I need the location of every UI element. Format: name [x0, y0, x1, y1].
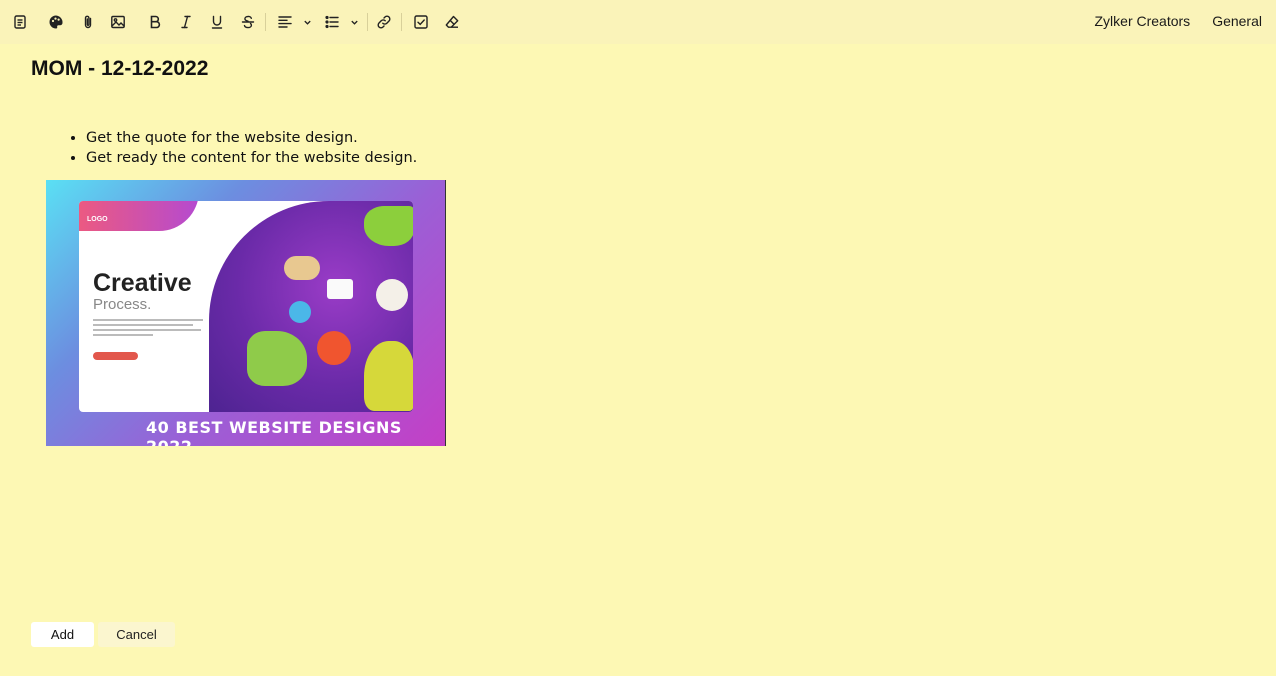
note-icon[interactable] — [8, 10, 32, 34]
bold-icon[interactable] — [143, 10, 167, 34]
image-palette-icon — [376, 279, 408, 311]
breadcrumb-workspace[interactable]: Zylker Creators — [1095, 13, 1191, 29]
toolbar-separator — [401, 13, 402, 31]
image-planet-icon — [289, 301, 311, 323]
list-icon[interactable] — [320, 10, 344, 34]
embedded-image[interactable]: LOGO Creative Process. 40 BEST WEBSITE D… — [46, 180, 446, 446]
link-icon[interactable] — [372, 10, 396, 34]
image-headline: Creative — [93, 269, 192, 297]
note-title[interactable]: MOM - 12-12-2022 — [31, 57, 208, 81]
editor-toolbar: Zylker Creators General — [0, 0, 1276, 44]
note-bullet-list[interactable]: Get the quote for the website design. Ge… — [86, 128, 417, 168]
image-body-text-lines — [93, 319, 203, 339]
image-cta-button — [93, 352, 138, 360]
breadcrumb-board[interactable]: General — [1212, 13, 1262, 29]
text-cursor — [445, 180, 446, 446]
image-plant-icon — [364, 206, 413, 246]
paperclip-icon[interactable] — [76, 10, 100, 34]
underline-icon[interactable] — [205, 10, 229, 34]
add-button[interactable]: Add — [31, 622, 94, 647]
list-item[interactable]: Get ready the content for the website de… — [86, 148, 417, 168]
align-dropdown-chevron-icon[interactable] — [300, 13, 314, 31]
image-website-mockup: LOGO Creative Process. — [79, 201, 413, 412]
eraser-icon[interactable] — [440, 10, 464, 34]
toolbar-separator — [367, 13, 368, 31]
breadcrumb: Zylker Creators General — [1095, 13, 1263, 29]
image-icon[interactable] — [106, 10, 130, 34]
image-subheadline: Process. — [93, 296, 152, 313]
image-banner-text: 40 BEST WEBSITE DESIGNS 2022_ — [146, 418, 402, 446]
image-ball-icon — [317, 331, 351, 365]
palette-icon[interactable] — [44, 10, 68, 34]
image-person-figure — [247, 331, 307, 386]
italic-icon[interactable] — [174, 10, 198, 34]
strikethrough-icon[interactable] — [236, 10, 260, 34]
image-logo-text: LOGO — [87, 216, 108, 223]
list-dropdown-chevron-icon[interactable] — [347, 13, 361, 31]
list-item[interactable]: Get the quote for the website design. — [86, 128, 417, 148]
toolbar-separator — [265, 13, 266, 31]
image-leaf-icon — [364, 341, 413, 411]
align-icon[interactable] — [273, 10, 297, 34]
image-book-icon — [327, 279, 353, 299]
checkbox-icon[interactable] — [409, 10, 433, 34]
cancel-button[interactable]: Cancel — [98, 622, 175, 647]
image-gamepad-icon — [284, 256, 320, 280]
